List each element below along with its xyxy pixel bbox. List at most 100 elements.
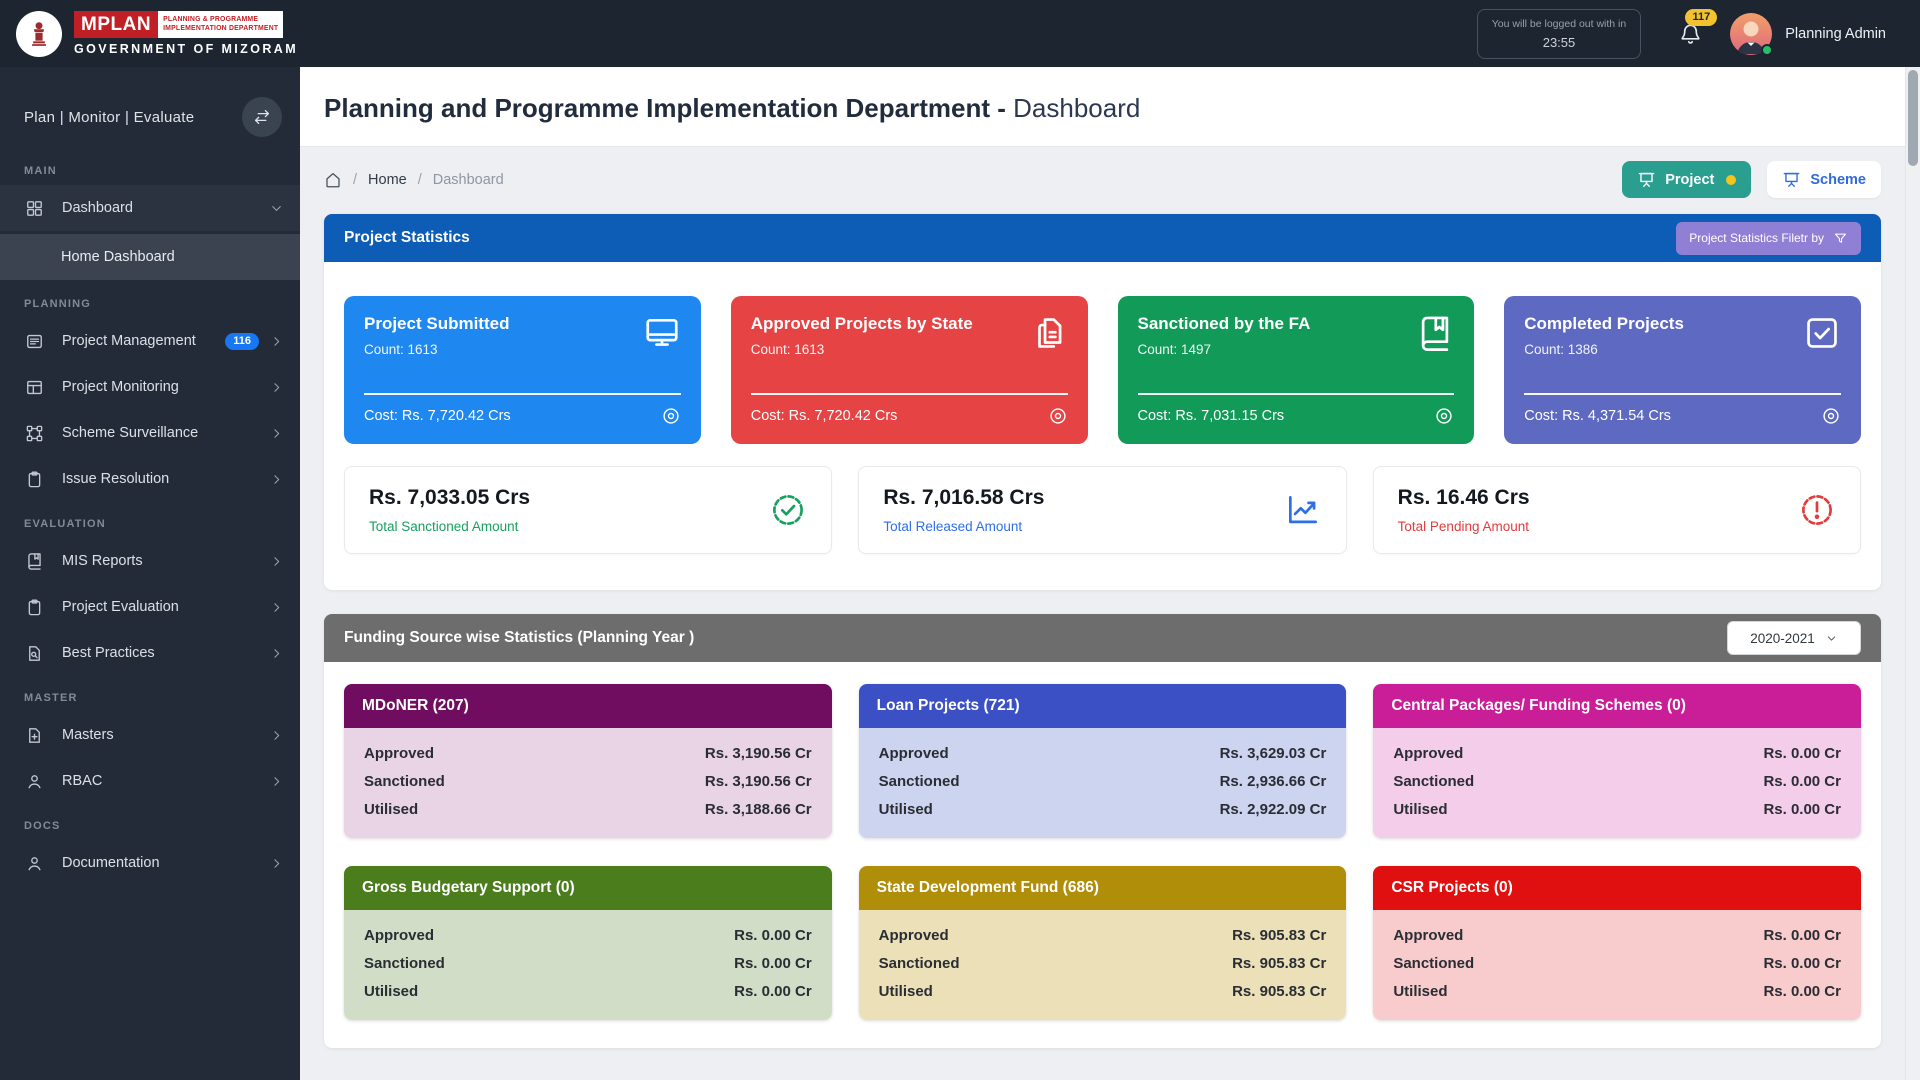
funding-row-label: Sanctioned (364, 950, 445, 978)
sidebar-item-project-management[interactable]: Project Management116 (0, 318, 300, 364)
funding-row-label: Utilised (1393, 796, 1447, 824)
project-statistics-filter-button[interactable]: Project Statistics Filetr by (1676, 222, 1861, 255)
funding-row-label: Sanctioned (879, 950, 960, 978)
total-amount: Rs. 16.46 Crs (1398, 486, 1530, 510)
total-label: Total Sanctioned Amount (369, 519, 530, 534)
trend-up-icon (1284, 491, 1322, 529)
stat-totals: Rs. 7,033.05 CrsTotal Sanctioned Amount R… (344, 466, 1861, 554)
sidebar: Plan | Monitor | Evaluate MAINDashboardH… (0, 67, 300, 1080)
funding-card-body: ApprovedRs. 0.00 CrSanctionedRs. 0.00 Cr… (1373, 728, 1861, 838)
sidebar-item-dashboard[interactable]: Dashboard (0, 185, 300, 231)
total-card-total-sanctioned-amount: Rs. 7,033.05 CrsTotal Sanctioned Amount (344, 466, 832, 554)
stat-card-cost: Cost: Rs. 7,720.42 Crs (751, 408, 898, 424)
funding-row-label: Utilised (879, 796, 933, 824)
funding-card-title: MDoNER (207) (362, 697, 469, 715)
total-card-text: Rs. 16.46 Crs Total Pending Amount (1398, 486, 1530, 534)
sidebar-collapse-button[interactable] (242, 97, 282, 137)
stat-card-title: Sanctioned by the FA (1138, 314, 1455, 334)
user-name: Planning Admin (1785, 26, 1886, 42)
funding-row: Utilised Rs. 0.00 Cr (1393, 796, 1841, 824)
funding-row-value: Rs. 0.00 Cr (1763, 768, 1841, 796)
government-label: GOVERNMENT OF MIZORAM (74, 42, 298, 56)
sidebar-item-label: MIS Reports (62, 553, 269, 569)
chevron-right-icon (269, 774, 284, 789)
stat-card-title: Approved Projects by State (751, 314, 1068, 334)
chevron-right-icon (269, 600, 284, 615)
scheme-view-button[interactable]: Scheme (1767, 161, 1881, 198)
stat-card-footer: Cost: Rs. 7,031.15 Crs (1138, 393, 1455, 426)
brand-name: MPLAN (74, 11, 158, 38)
sidebar-item-label: Best Practices (62, 645, 269, 661)
funding-row-label: Sanctioned (1393, 768, 1474, 796)
breadcrumb-home-link[interactable]: Home (368, 172, 407, 188)
breadcrumb-current: Dashboard (433, 172, 504, 188)
funding-row-label: Utilised (364, 978, 418, 1006)
breadcrumb-separator: / (353, 172, 357, 188)
sidebar-item-documentation[interactable]: Documentation (0, 840, 300, 886)
notifications-button[interactable]: 117 (1679, 22, 1702, 45)
chevron-right-icon (269, 472, 284, 487)
sidebar-subitem-home-dashboard[interactable]: Home Dashboard (0, 234, 300, 280)
sidebar-item-rbac[interactable]: RBAC (0, 758, 300, 804)
funding-row-value: Rs. 0.00 Cr (1763, 796, 1841, 824)
total-card-total-released-amount: Rs. 7,016.58 CrsTotal Released Amount (858, 466, 1346, 554)
sidebar-item-label: Issue Resolution (62, 471, 269, 487)
funding-row: UtilisedRs. 905.83 Cr (879, 978, 1327, 1006)
swap-icon (253, 108, 271, 126)
funding-row: ApprovedRs. 3,190.56 Cr (364, 740, 812, 768)
brand-block: MPLAN PLANNING & PROGRAMME IMPLEMENTATIO… (74, 11, 298, 56)
breadcrumb-separator: / (418, 172, 422, 188)
sidebar-menu: MAINDashboardHome DashboardPLANNINGProje… (0, 149, 300, 886)
funding-row-value: Rs. 905.83 Cr (1232, 950, 1326, 978)
stat-card-count: Count: 1613 (364, 342, 681, 357)
funding-card-gross-budgetary-support-0: Gross Budgetary Support (0)ApprovedRs. 0… (344, 866, 832, 1020)
board-icon (1637, 170, 1656, 189)
stat-cards: Project SubmittedCount: 1613Cost: Rs. 7,… (344, 296, 1861, 444)
funding-row: SanctionedRs. 2,936.66 Cr (879, 768, 1327, 796)
funding-row: Sanctioned Rs. 0.00 Cr (1393, 768, 1841, 796)
eye-icon[interactable] (1821, 406, 1841, 426)
project-view-button[interactable]: Project (1622, 161, 1751, 198)
funding-card-header: Gross Budgetary Support (0) (344, 866, 832, 910)
sidebar-item-label: Scheme Surveillance (62, 425, 269, 441)
sidebar-section-master: MASTER (0, 676, 300, 712)
funding-row-value: Rs. 0.00 Cr (734, 978, 812, 1006)
funding-row-label: Utilised (364, 796, 418, 824)
breadcrumb: / Home / Dashboard (324, 171, 504, 189)
sidebar-item-masters[interactable]: Masters (0, 712, 300, 758)
sidebar-item-project-monitoring[interactable]: Project Monitoring (0, 364, 300, 410)
scrollbar-thumb[interactable] (1908, 70, 1918, 166)
content: Project Statistics Project Statistics Fi… (300, 210, 1905, 1048)
sidebar-item-best-practices[interactable]: Best Practices (0, 630, 300, 676)
stat-card-approved-projects-by-state: Approved Projects by StateCount: 1613Cos… (731, 296, 1088, 444)
funding-row: SanctionedRs. 3,190.56 Cr (364, 768, 812, 796)
planning-year-select[interactable]: 2020-2021 (1727, 621, 1861, 655)
sidebar-item-project-evaluation[interactable]: Project Evaluation (0, 584, 300, 630)
sidebar-item-mis-reports[interactable]: MIS Reports (0, 538, 300, 584)
sidebar-item-scheme-surveillance[interactable]: Scheme Surveillance (0, 410, 300, 456)
eye-icon[interactable] (1434, 406, 1454, 426)
clipboard-icon (25, 470, 44, 489)
online-status-dot (1761, 44, 1773, 56)
funding-card-mdoner-207: MDoNER (207) ApprovedRs. 3,190.56 CrSanct… (344, 684, 832, 838)
user-avatar[interactable] (1730, 13, 1772, 55)
layout-icon (25, 378, 44, 397)
funding-row-value: Rs. 3,629.03 Cr (1220, 740, 1327, 768)
book-bookmark-icon (1416, 314, 1454, 352)
sidebar-section-planning: PLANNING (0, 282, 300, 318)
stat-card-project-submitted: Project SubmittedCount: 1613Cost: Rs. 7,… (344, 296, 701, 444)
home-icon[interactable] (324, 171, 342, 189)
stat-card-cost: Cost: Rs. 7,720.42 Crs (364, 408, 511, 424)
total-label: Total Pending Amount (1398, 519, 1530, 534)
view-toggle: Project Scheme (1622, 161, 1881, 198)
funding-row: Sanctioned Rs. 905.83 Cr (879, 950, 1327, 978)
app-logo[interactable]: MPLAN PLANNING & PROGRAMME IMPLEMENTATIO… (0, 11, 300, 57)
eye-icon[interactable] (661, 406, 681, 426)
sidebar-item-issue-resolution[interactable]: Issue Resolution (0, 456, 300, 502)
funding-row-value: Rs. 905.83 Cr (1232, 978, 1326, 1006)
stat-card-count: Count: 1386 (1524, 342, 1841, 357)
eye-icon[interactable] (1048, 406, 1068, 426)
funding-row: SanctionedRs. 0.00 Cr (364, 950, 812, 978)
chevron-right-icon (269, 334, 284, 349)
total-label: Total Released Amount (883, 519, 1044, 534)
